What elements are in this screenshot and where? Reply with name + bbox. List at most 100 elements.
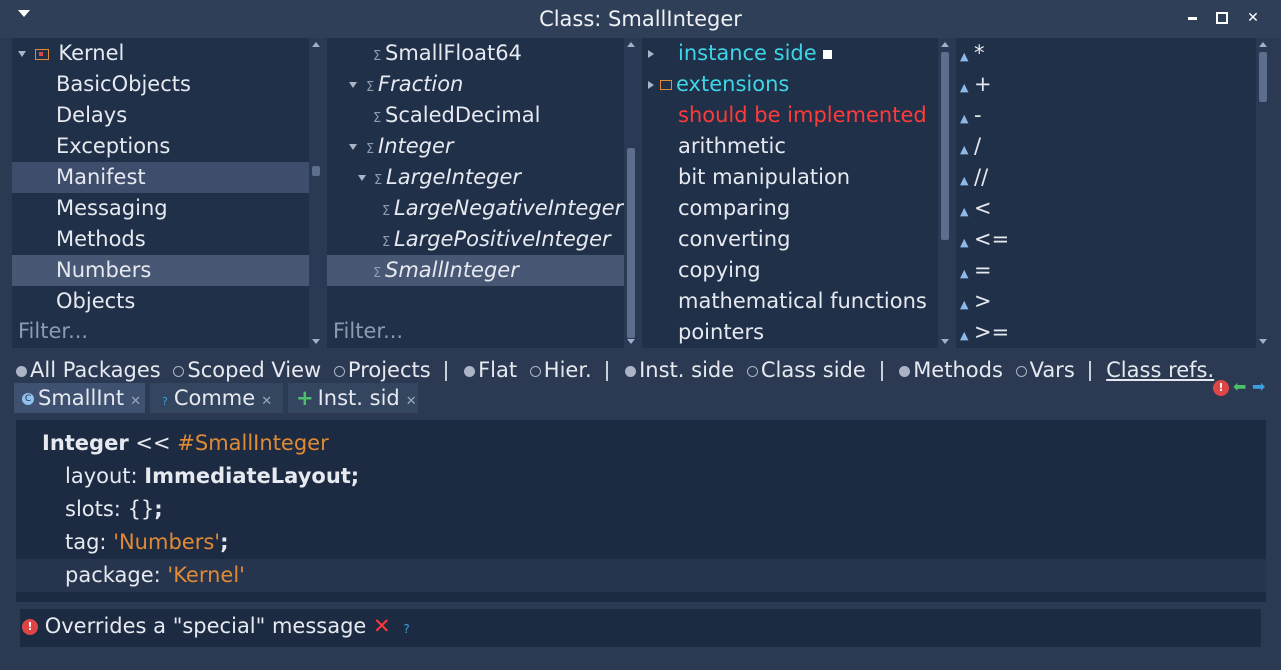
- class-item[interactable]: Σ LargeInteger: [358, 162, 521, 193]
- package-item[interactable]: Objects: [56, 286, 135, 317]
- protocol-item[interactable]: bit manipulation: [678, 162, 850, 193]
- scroll-up-icon[interactable]: [941, 42, 949, 47]
- class-item[interactable]: Σ LargeNegativeInteger: [382, 193, 623, 224]
- override-up-icon: ▲: [960, 205, 969, 218]
- scroll-up-icon[interactable]: [312, 42, 320, 47]
- radio-icon: [464, 365, 476, 377]
- expand-icon[interactable]: [648, 81, 654, 89]
- forward-arrow-icon[interactable]: ➡: [1252, 377, 1265, 396]
- class-side-radio[interactable]: Class side: [745, 358, 866, 382]
- method-item[interactable]: ▲ >: [960, 286, 992, 317]
- method-scrollbar[interactable]: [1256, 38, 1270, 348]
- class-filter-input[interactable]: Filter...: [333, 319, 403, 343]
- all-packages-radio[interactable]: All Packages: [14, 358, 161, 382]
- expand-icon[interactable]: [358, 175, 366, 181]
- maximize-button[interactable]: [1211, 6, 1233, 30]
- package-item[interactable]: Methods: [56, 224, 146, 255]
- package-item-manifest[interactable]: Manifest: [12, 162, 309, 193]
- package-list[interactable]: Kernel BasicObjects Delays Exceptions Ma…: [12, 38, 309, 348]
- error-icon[interactable]: !: [1213, 380, 1229, 396]
- class-item-smallinteger[interactable]: Σ SmallInteger: [327, 255, 624, 286]
- method-item[interactable]: ▲ /: [960, 131, 981, 162]
- protocol-item[interactable]: comparing: [678, 193, 790, 224]
- scroll-thumb[interactable]: [1259, 52, 1267, 102]
- method-item[interactable]: ▲ =: [960, 255, 992, 286]
- protocol-item[interactable]: converting: [678, 224, 790, 255]
- method-item[interactable]: ▲ <=: [960, 224, 1009, 255]
- methods-radio[interactable]: Methods: [897, 358, 1003, 382]
- folder-icon: [34, 48, 49, 60]
- package-item-numbers[interactable]: Numbers: [12, 255, 309, 286]
- method-item[interactable]: ▲ <: [960, 193, 992, 224]
- close-button[interactable]: ✕: [1242, 6, 1264, 30]
- inst-side-radio[interactable]: Inst. side: [623, 358, 734, 382]
- class-icon: Σ: [373, 266, 382, 281]
- class-scrollbar[interactable]: [624, 38, 638, 348]
- code-editor[interactable]: Integer << #SmallInteger layout: Immedia…: [16, 420, 1266, 602]
- class-icon: Σ: [373, 49, 382, 64]
- scroll-thumb[interactable]: [941, 52, 949, 240]
- class-refs-link[interactable]: Class refs.: [1106, 358, 1214, 382]
- minimize-icon: [1187, 16, 1197, 20]
- protocol-item[interactable]: arithmetic: [678, 131, 786, 162]
- method-item[interactable]: ▲ *: [960, 38, 985, 69]
- method-item[interactable]: ▲ >=: [960, 317, 1009, 348]
- protocol-item-extensions[interactable]: extensions: [648, 69, 789, 100]
- package-scrollbar[interactable]: [309, 38, 323, 348]
- expand-icon[interactable]: [648, 50, 654, 58]
- class-item[interactable]: Σ LargePositiveInteger: [382, 224, 611, 255]
- method-list[interactable]: ▲ * ▲ + ▲ - ▲ / ▲// ▲ < ▲ <= ▲ = ▲ > ▲ >=: [956, 38, 1256, 348]
- scroll-down-icon[interactable]: [312, 339, 320, 344]
- close-tab-icon[interactable]: ✕: [261, 394, 272, 409]
- tab-smallinteger[interactable]: C SmallInt ✕: [14, 383, 145, 413]
- tab-comment[interactable]: ? Comme ✕: [150, 383, 283, 413]
- class-item[interactable]: Σ Fraction: [349, 69, 463, 100]
- expand-icon[interactable]: [349, 144, 357, 150]
- projects-radio[interactable]: Projects: [332, 358, 431, 382]
- back-arrow-icon[interactable]: ⬅: [1233, 377, 1246, 396]
- package-filter-input[interactable]: Filter...: [18, 319, 88, 343]
- method-item[interactable]: ▲//: [960, 162, 988, 193]
- override-up-icon: ▲: [960, 174, 969, 187]
- package-item[interactable]: BasicObjects: [56, 69, 191, 100]
- class-item[interactable]: Σ ScaledDecimal: [373, 100, 540, 131]
- close-tab-icon[interactable]: ✕: [130, 394, 141, 409]
- protocol-item[interactable]: mathematical functions: [678, 286, 927, 317]
- scroll-down-icon[interactable]: [941, 339, 949, 344]
- scroll-down-icon[interactable]: [1259, 339, 1267, 344]
- hier-radio[interactable]: Hier.: [528, 358, 592, 382]
- package-item[interactable]: Exceptions: [56, 131, 170, 162]
- expand-icon[interactable]: [349, 82, 357, 88]
- protocol-list[interactable]: instance side extensions should be imple…: [642, 38, 938, 348]
- scroll-thumb[interactable]: [312, 166, 320, 176]
- method-item[interactable]: ▲ -: [960, 100, 982, 131]
- scroll-up-icon[interactable]: [627, 42, 635, 47]
- scroll-down-icon[interactable]: [627, 339, 635, 344]
- method-item[interactable]: ▲ +: [960, 69, 992, 100]
- class-icon: Σ: [374, 173, 383, 188]
- class-list[interactable]: Σ SmallFloat64 Σ Fraction Σ ScaledDecimal Σ…: [327, 38, 624, 348]
- critique-bar: ! Overrides a "special" message ✕ ?: [20, 609, 1261, 647]
- protocol-item[interactable]: should be implemented: [678, 100, 927, 131]
- scroll-up-icon[interactable]: [1259, 42, 1267, 47]
- package-item[interactable]: Messaging: [56, 193, 168, 224]
- expand-icon[interactable]: [18, 51, 26, 57]
- protocol-item[interactable]: copying: [678, 255, 761, 286]
- protocol-scrollbar[interactable]: [938, 38, 952, 348]
- tab-inst-side[interactable]: + Inst. sid ✕: [288, 383, 418, 413]
- close-tab-icon[interactable]: ✕: [406, 394, 417, 409]
- class-item[interactable]: Σ Integer: [349, 131, 454, 162]
- package-item-kernel[interactable]: Kernel: [12, 38, 309, 69]
- dismiss-critique-icon[interactable]: ✕: [373, 614, 391, 638]
- vars-radio[interactable]: Vars: [1014, 358, 1075, 382]
- flat-radio[interactable]: Flat: [462, 358, 517, 382]
- separator: [445, 361, 448, 381]
- scroll-thumb[interactable]: [627, 148, 635, 338]
- minimize-button[interactable]: [1181, 6, 1203, 30]
- scoped-view-radio[interactable]: Scoped View: [171, 358, 321, 382]
- help-icon[interactable]: ?: [403, 622, 409, 636]
- class-item[interactable]: Σ SmallFloat64: [373, 38, 522, 69]
- package-item[interactable]: Delays: [56, 100, 127, 131]
- protocol-item[interactable]: pointers: [678, 317, 764, 348]
- protocol-item-instance-side[interactable]: instance side: [648, 38, 832, 69]
